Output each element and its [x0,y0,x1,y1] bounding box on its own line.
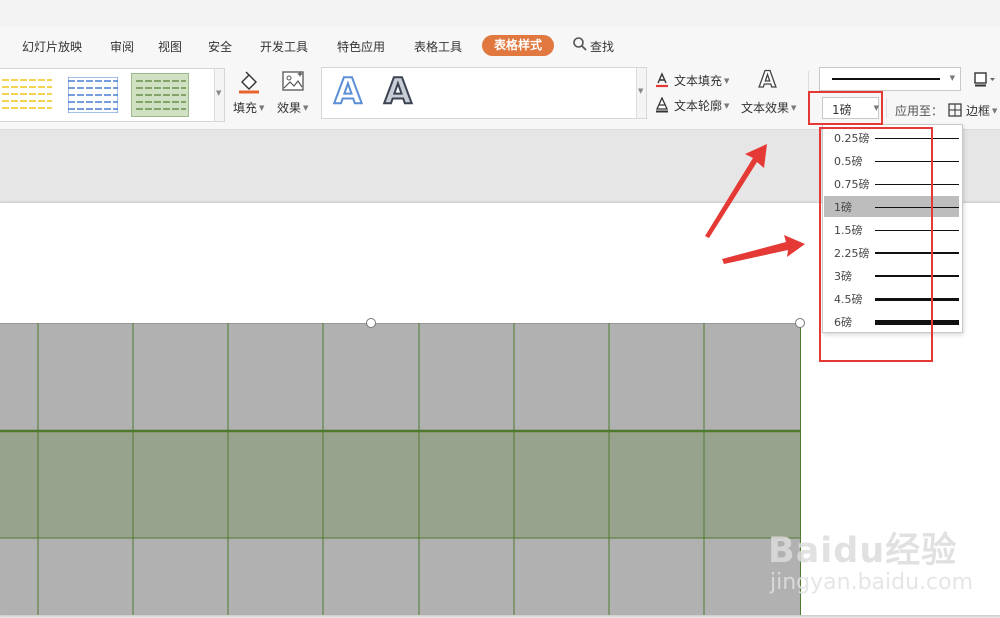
ribbon-separator-2 [886,98,887,118]
text-fill-button[interactable]: 文本填充 ▼ [674,72,729,89]
table-style-thumb-yellow[interactable] [0,73,56,117]
effect-label: 效果 [277,101,302,115]
line-color-icon[interactable] [974,71,996,90]
menu-security[interactable]: 安全 [208,38,232,55]
text-effect-label: 文本效果 [741,101,790,115]
menu-table-tools[interactable]: 表格工具 [414,38,462,55]
menu-bar: 幻灯片放映 审阅 视图 安全 开发工具 特色应用 表格工具 表格样式 查找 [0,27,1000,65]
menu-search[interactable]: 查找 [590,38,614,55]
effect-button[interactable]: 效果 ▼ [277,99,308,116]
menu-review[interactable]: 审阅 [110,38,134,55]
menu-table-style[interactable]: 表格样式 [482,35,555,56]
effect-caret-icon: ▼ [303,104,309,112]
menu-developer-tools[interactable]: 开发工具 [260,38,308,55]
effect-picture-icon[interactable] [281,70,305,97]
text-outline-button[interactable]: 文本轮廓 ▼ [674,97,729,114]
table[interactable] [0,323,801,615]
annotation-highlight-weight-select [808,91,883,125]
menu-special-apps[interactable]: 特色应用 [337,38,385,55]
table-resize-handle-top-right[interactable] [795,318,805,328]
border-button[interactable]: 边框 ▼ [966,102,997,119]
table-style-thumb-blue[interactable] [64,73,122,117]
text-effect-icon[interactable]: A [758,67,776,93]
border-caret-icon: ▼ [992,107,998,115]
watermark-url: jingyan.baidu.com [770,570,974,595]
apply-to-label: 应用至： [895,104,944,118]
wordart-style-outline-blue[interactable]: A [333,71,363,113]
border-label: 边框 [966,104,991,118]
text-outline-icon[interactable] [655,96,669,116]
search-icon[interactable] [572,36,588,52]
text-fill-icon[interactable] [655,72,669,91]
title-strip [0,0,1000,28]
annotation-arrows [705,144,805,264]
line-style-sample [832,78,940,80]
menu-slideshow[interactable]: 幻灯片放映 [22,38,82,55]
text-fill-label: 文本填充 [674,74,723,88]
table-resize-handle-top[interactable] [366,318,376,328]
wordart-more-button[interactable]: ▼ [636,68,646,118]
fill-caret-icon: ▼ [259,104,265,112]
text-outline-label: 文本轮廓 [674,99,723,113]
wordart-gallery: A A ▼ [321,67,647,119]
table-style-gallery: ▼ [0,68,225,122]
text-outline-caret-icon: ▼ [724,102,730,110]
menu-view[interactable]: 视图 [158,38,182,55]
text-effect-caret-icon: ▼ [791,104,797,112]
line-style-select[interactable]: ▼ [819,67,961,91]
table-band-row [0,431,801,538]
table-style-thumb-green-selected[interactable] [131,73,189,117]
table-grid [0,323,801,615]
border-grid-icon[interactable] [948,103,962,120]
wordart-style-hatched-dark[interactable]: A [383,71,413,113]
fill-label: 填充 [233,101,258,115]
fill-button[interactable]: 填充 ▼ [233,99,264,116]
watermark-logo: Baidu经验 [768,531,958,571]
text-effect-button[interactable]: 文本效果 ▼ [741,99,796,116]
fill-bucket-icon[interactable] [237,70,261,97]
gallery-more-button[interactable]: ▼ [214,69,224,121]
line-style-caret-icon: ▼ [949,74,955,82]
annotation-highlight-weight-list [819,127,933,362]
text-fill-caret-icon: ▼ [724,77,730,85]
